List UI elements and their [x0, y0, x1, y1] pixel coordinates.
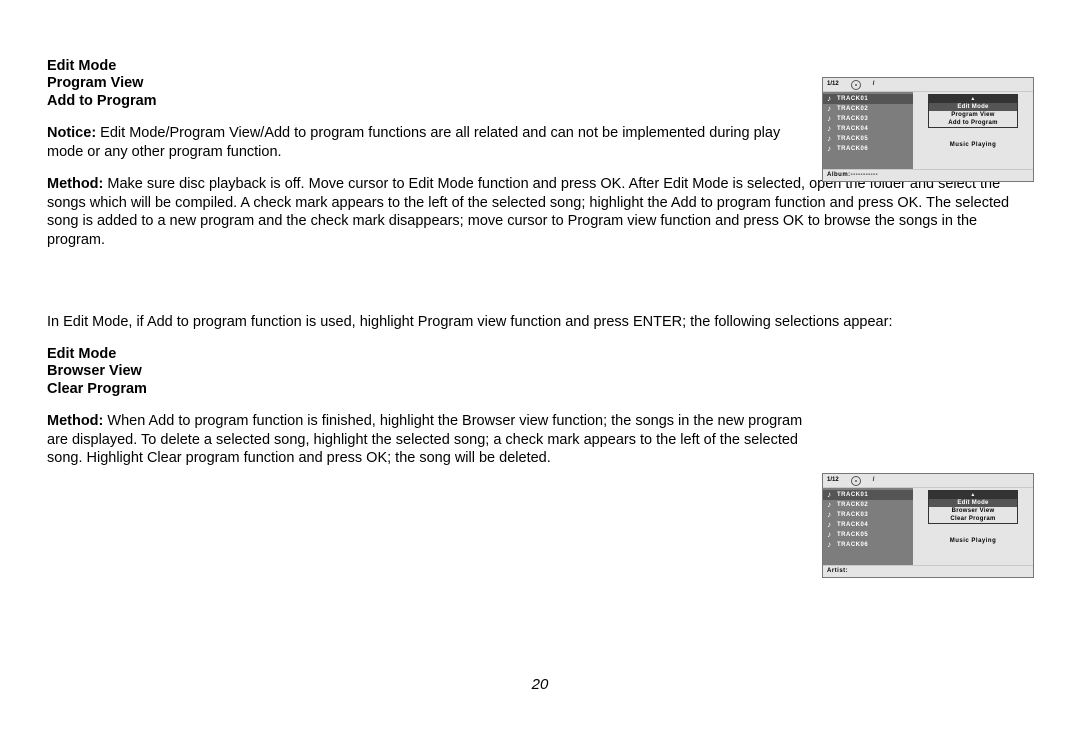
note-icon — [827, 135, 834, 143]
notice-paragraph: Notice: Edit Mode/Program View/Add to pr… — [47, 124, 807, 161]
track-row: TRACK03 — [823, 114, 913, 124]
menu-item: Program View — [929, 111, 1017, 119]
note-icon — [827, 521, 834, 529]
method1-text: Make sure disc playback is off. Move cur… — [47, 176, 1009, 248]
note-icon — [827, 125, 834, 133]
note-icon — [827, 105, 834, 113]
menu-item: Add to Program — [929, 119, 1017, 127]
menu-item: Edit Mode — [929, 499, 1017, 507]
track-row: TRACK03 — [823, 510, 913, 520]
track-row: TRACK06 — [823, 540, 913, 550]
fig2-header-right: / — [873, 474, 875, 487]
track-row: TRACK06 — [823, 144, 913, 154]
note-icon — [827, 95, 834, 103]
fig2-status: Music Playing — [950, 538, 997, 544]
menu-item: Edit Mode — [929, 103, 1017, 111]
track-row: TRACK02 — [823, 500, 913, 510]
fig1-track-list: TRACK01 TRACK02 TRACK03 TRACK04 TRACK05 … — [823, 92, 913, 169]
fig1-menu: Edit Mode Program View Add to Program Mu… — [913, 92, 1033, 169]
note-icon — [827, 491, 834, 499]
track-row: TRACK05 — [823, 530, 913, 540]
fig1-status: Music Playing — [950, 142, 997, 148]
track-row: TRACK01 — [823, 94, 913, 104]
figure-2: 1/12 / TRACK01 TRACK02 TRACK03 TRACK04 T… — [822, 473, 1034, 578]
section2-headings: Edit Mode Browser View Clear Program — [47, 346, 1033, 398]
fig1-header: 1/12 / — [823, 78, 1033, 92]
fig1-footer: Album:----------- — [823, 169, 1033, 181]
track-row: TRACK02 — [823, 104, 913, 114]
bridge-text: In Edit Mode, if Add to program function… — [47, 313, 1032, 332]
method1-label: Method: — [47, 176, 103, 192]
track-row: TRACK04 — [823, 124, 913, 134]
track-row: TRACK04 — [823, 520, 913, 530]
fig1-header-right: / — [873, 78, 875, 91]
heading-edit-mode-2: Edit Mode — [47, 346, 1033, 363]
menu-item: Clear Program — [929, 515, 1017, 523]
heading-browser-view: Browser View — [47, 363, 1033, 380]
fig2-menu: Edit Mode Browser View Clear Program Mus… — [913, 488, 1033, 565]
note-icon — [827, 531, 834, 539]
disc-icon — [851, 80, 861, 90]
menu-item: Browser View — [929, 507, 1017, 515]
fig2-header: 1/12 / — [823, 474, 1033, 488]
heading-edit-mode: Edit Mode — [47, 58, 1033, 75]
fig1-header-left: 1/12 — [827, 78, 839, 91]
menu-up-arrow — [929, 95, 1017, 103]
track-row: TRACK01 — [823, 490, 913, 500]
notice-label: Notice: — [47, 125, 96, 141]
heading-clear-program: Clear Program — [47, 381, 1033, 398]
track-row: TRACK05 — [823, 134, 913, 144]
method2-paragraph: Method: When Add to program function is … — [47, 412, 807, 468]
fig2-track-list: TRACK01 TRACK02 TRACK03 TRACK04 TRACK05 … — [823, 488, 913, 565]
method2-label: Method: — [47, 413, 103, 429]
note-icon — [827, 541, 834, 549]
note-icon — [827, 115, 834, 123]
page-number: 20 — [0, 676, 1080, 693]
note-icon — [827, 145, 834, 153]
method2-text: When Add to program function is finished… — [47, 413, 802, 466]
notice-text: Edit Mode/Program View/Add to program fu… — [47, 125, 780, 160]
note-icon — [827, 511, 834, 519]
note-icon — [827, 501, 834, 509]
disc-icon — [851, 476, 861, 486]
figure-1: 1/12 / TRACK01 TRACK02 TRACK03 TRACK04 T… — [822, 77, 1034, 182]
fig2-header-left: 1/12 — [827, 474, 839, 487]
fig2-footer: Artist: — [823, 565, 1033, 577]
menu-up-arrow — [929, 491, 1017, 499]
method1-paragraph: Method: Make sure disc playback is off. … — [47, 175, 1035, 249]
